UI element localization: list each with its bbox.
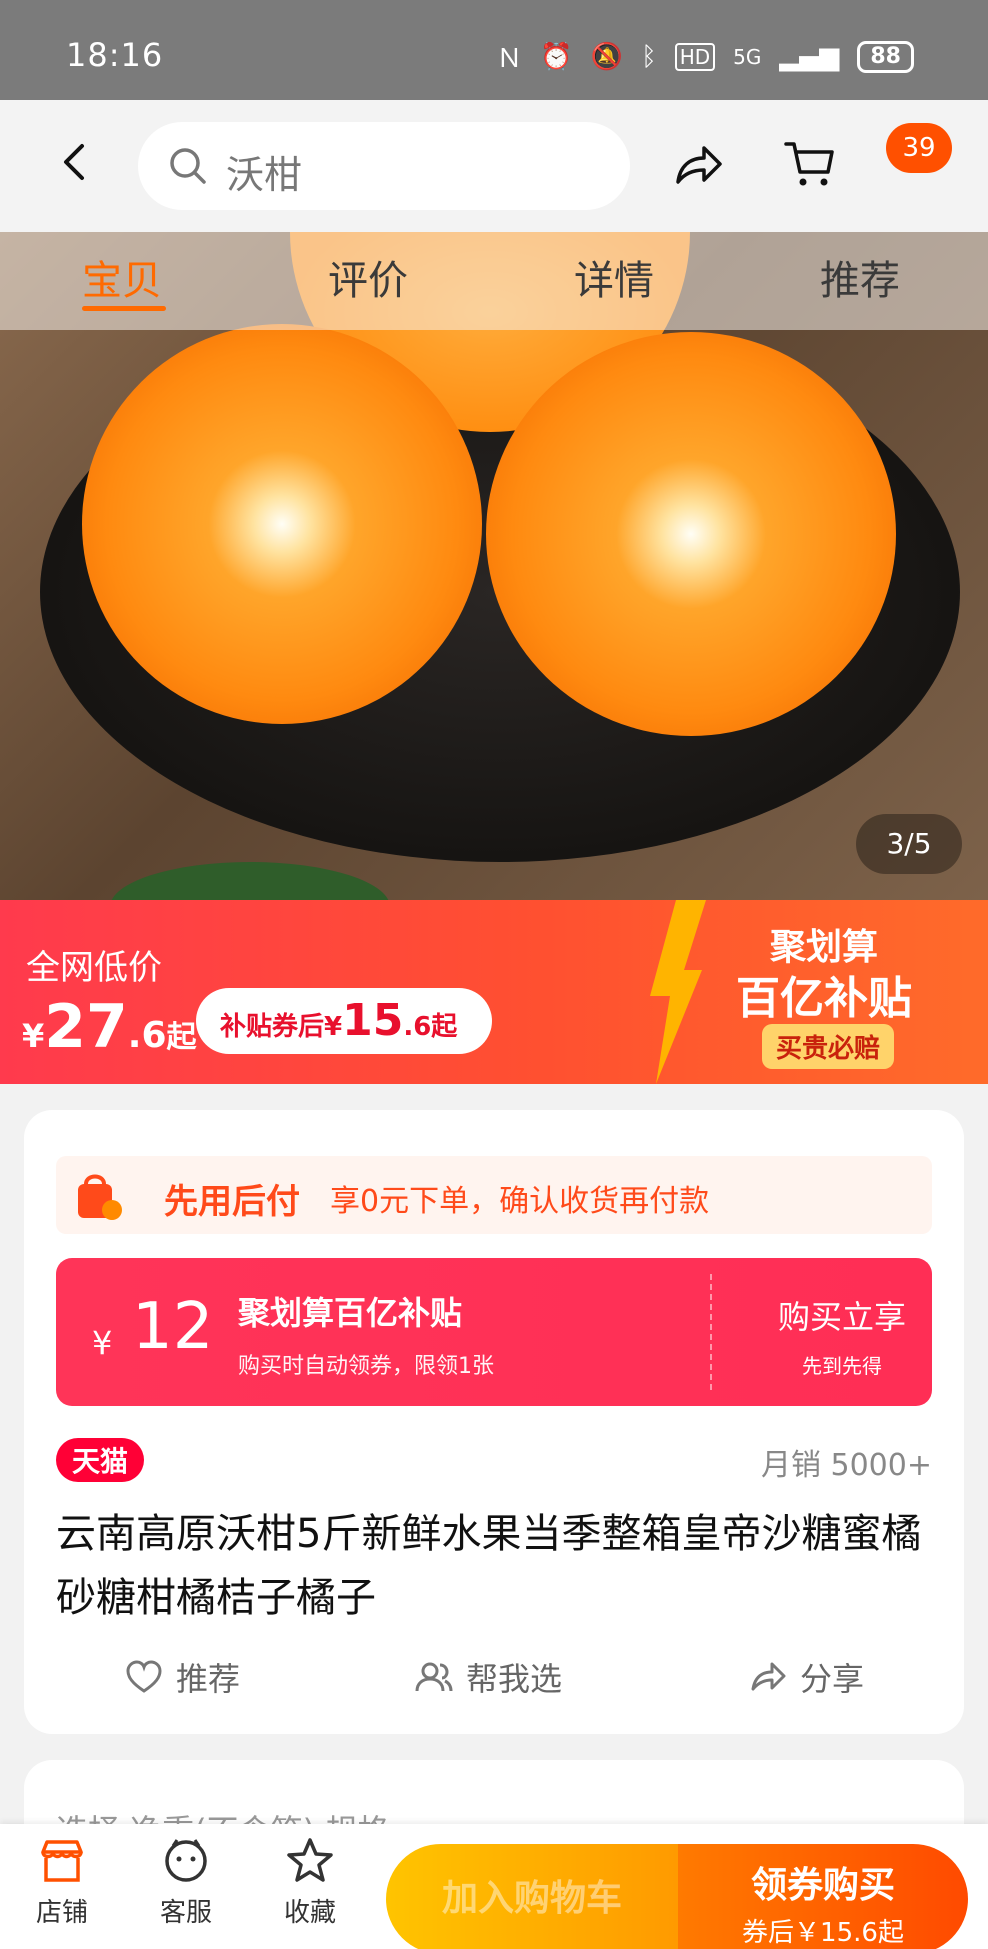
status-icons: Ｎ ⏰ 🔕 ᛒ HD 5G ▂▄▆ 88 — [496, 38, 914, 75]
coupon-price-suffix: 起 — [431, 1012, 458, 1042]
nav-favorite[interactable]: 收藏 — [265, 1836, 355, 1929]
recommend-label: 推荐 — [176, 1660, 241, 1698]
lightning-bolt-icon — [650, 900, 706, 1084]
battery-indicator: 88 — [857, 40, 914, 73]
help-choose-button[interactable]: 帮我选 — [414, 1654, 562, 1700]
price-suffix: 起 — [166, 1020, 197, 1055]
coupon-price-pill: 补贴券后¥15.6起 — [196, 988, 492, 1054]
subsidy-desc: 购买时自动领券，限领1张 — [238, 1354, 494, 1379]
alarm-icon: ⏰ — [540, 41, 573, 72]
subsidy-action-sub: 先到先得 — [802, 1354, 882, 1378]
coupon-buy-label: 领券购买 — [750, 1865, 895, 1906]
subsidy-amount: 12 — [132, 1290, 214, 1364]
help-choose-label: 帮我选 — [466, 1660, 563, 1698]
bottom-action-bar: 店铺 客服 收藏 加入购物车 领券购买 券后￥15.6起 — [0, 1824, 988, 1949]
subsidy-currency: ¥ — [92, 1324, 113, 1362]
tab-details[interactable]: 详情 — [574, 248, 654, 306]
pay-later-title: 先用后付 — [164, 1182, 300, 1222]
add-to-cart-button[interactable]: 加入购物车 — [386, 1844, 678, 1949]
share-icon[interactable] — [670, 138, 726, 194]
network-icon: 5G — [733, 44, 762, 69]
tab-recommend[interactable]: 推荐 — [820, 248, 900, 306]
orange-half-right-image — [486, 332, 896, 736]
current-price: ¥27.6起 — [22, 992, 197, 1062]
hd-icon: HD — [674, 42, 716, 71]
coupon-price-integer: 15 — [342, 995, 404, 1046]
store-icon — [41, 1840, 83, 1882]
nfc-icon: Ｎ — [496, 44, 523, 74]
search-header: 沃柑 39 — [0, 100, 988, 232]
pay-later-desc: 享0元下单，确认收货再付款 — [330, 1184, 710, 1219]
nav-store[interactable]: 店铺 — [17, 1836, 107, 1929]
nav-service[interactable]: 客服 — [141, 1836, 231, 1929]
coupon-buy-sub: 券后￥15.6起 — [742, 1918, 904, 1948]
product-info-card: 先用后付 享0元下单，确认收货再付款 ¥ 12 聚划算百亿补贴 购买时自动领券，… — [24, 1110, 964, 1734]
search-query: 沃柑 — [226, 153, 303, 197]
product-image-gallery[interactable]: 宝贝 评价 详情 推荐 3/5 — [0, 232, 988, 900]
status-time: 18:16 — [66, 36, 164, 74]
tab-baobei[interactable]: 宝贝 — [82, 248, 162, 306]
price-decimal: .6 — [127, 1015, 167, 1056]
coupon-label: 补贴券后¥ — [220, 1012, 343, 1042]
heart-icon — [126, 1660, 162, 1693]
orange-half-left-image — [82, 324, 482, 724]
customer-service-icon — [165, 1839, 207, 1882]
search-icon — [170, 148, 206, 184]
people-icon — [415, 1662, 453, 1692]
signal-icon: ▂▄▆ — [779, 41, 840, 72]
coupon-price-decimal: .6 — [403, 1012, 432, 1042]
active-tab-indicator — [82, 306, 166, 311]
nav-service-label: 客服 — [159, 1898, 212, 1928]
cart-icon[interactable] — [782, 136, 838, 192]
low-price-label: 全网低价 — [26, 948, 162, 988]
subsidy-action[interactable]: 购买立享 — [778, 1292, 906, 1338]
coupon-buy-button[interactable]: 领券购买 券后￥15.6起 — [678, 1844, 968, 1949]
shopping-bag-icon — [78, 1174, 122, 1220]
product-actions: 推荐 帮我选 分享 — [24, 1654, 964, 1710]
nav-favorite-label: 收藏 — [283, 1898, 336, 1928]
recommend-button[interactable]: 推荐 — [124, 1654, 240, 1700]
detail-tabs: 宝贝 评价 详情 推荐 — [0, 232, 988, 330]
price-banner: 全网低价 ¥27.6起 补贴券后¥15.6起 聚划算 百亿补贴 买贵必赔 — [0, 900, 988, 1084]
monthly-sales: 月销 5000+ — [760, 1448, 932, 1483]
mute-icon: 🔕 — [590, 41, 624, 72]
product-title: 云南高原沃柑5斤新鲜水果当季整箱皇帝沙糖蜜橘砂糖柑橘桔子橘子 — [56, 1511, 922, 1621]
leaf-image — [110, 862, 390, 900]
bluetooth-icon: ᛒ — [641, 41, 657, 72]
pay-later-banner[interactable]: 先用后付 享0元下单，确认收货再付款 — [56, 1156, 932, 1234]
subsidy-coupon[interactable]: ¥ 12 聚划算百亿补贴 购买时自动领券，限领1张 购买立享 先到先得 — [56, 1258, 932, 1406]
search-input[interactable]: 沃柑 — [138, 122, 630, 210]
price-currency: ¥ — [22, 1017, 45, 1055]
cart-count-badge: 39 — [886, 123, 952, 173]
star-icon — [287, 1838, 333, 1882]
promo-guarantee-badge: 买贵必赔 — [762, 1024, 895, 1069]
tab-reviews[interactable]: 评价 — [328, 248, 408, 306]
nav-store-label: 店铺 — [35, 1898, 88, 1928]
back-icon[interactable] — [54, 140, 98, 184]
share-button[interactable]: 分享 — [748, 1654, 864, 1700]
status-bar: 18:16 Ｎ ⏰ 🔕 ᛒ HD 5G ▂▄▆ 88 — [0, 0, 988, 100]
tmall-badge: 天猫 — [56, 1438, 145, 1482]
coupon-divider — [710, 1274, 712, 1390]
subsidy-title: 聚划算百亿补贴 — [238, 1294, 463, 1332]
image-counter: 3/5 — [856, 814, 962, 874]
share-arrow-icon — [751, 1662, 786, 1691]
share-label: 分享 — [800, 1660, 865, 1698]
promo-subtitle: 百亿补贴 — [736, 973, 912, 1024]
price-integer: 27 — [44, 992, 128, 1062]
